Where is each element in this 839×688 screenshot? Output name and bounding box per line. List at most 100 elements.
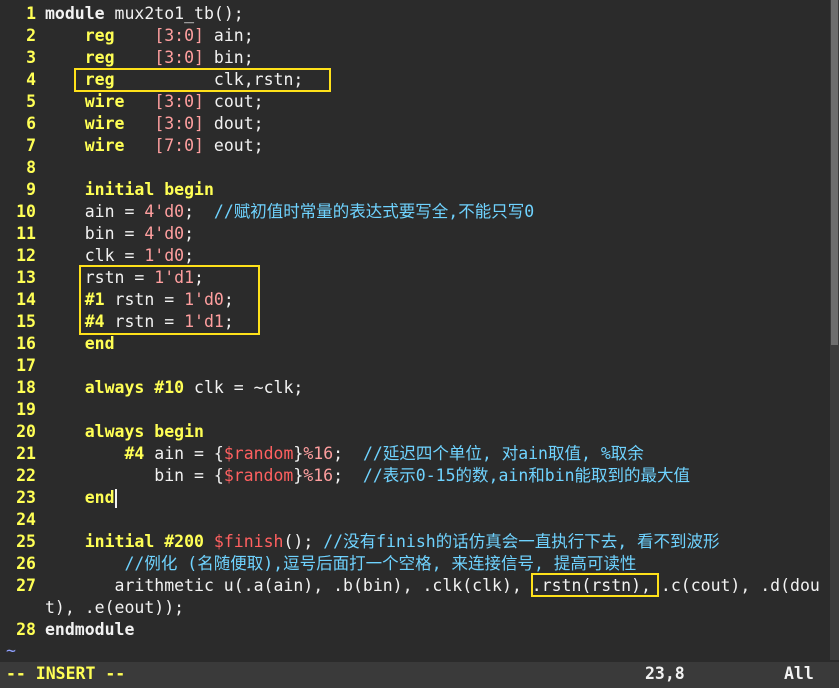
line-number: 6 <box>26 114 36 133</box>
code-token: eout; <box>203 136 264 155</box>
code-line[interactable]: 23 end <box>0 487 115 509</box>
code-line[interactable]: 14 #1 rstn = 1'd0; <box>0 289 234 311</box>
code-line[interactable]: 6 wire [3:0] dout; <box>0 113 264 135</box>
code-token: begin <box>164 180 214 199</box>
line-number: 11 <box>16 224 36 243</box>
code-line[interactable]: 20 always begin <box>0 421 204 443</box>
line-code: initial #200 $finish(); //没有finish的话仿真会一… <box>45 532 720 551</box>
code-token: 1'd0 <box>144 246 185 265</box>
line-code: wire [3:0] cout; <box>45 92 264 111</box>
code-line[interactable]: 9 initial begin <box>0 179 214 201</box>
line-code: arithmetic u(.a(ain), .b(bin), .clk(clk)… <box>45 576 820 595</box>
code-token: initial <box>84 532 155 551</box>
code-line[interactable]: 1 module mux2to1_tb(); <box>0 3 244 25</box>
code-token: clk,rstn; <box>114 70 304 89</box>
line-code: initial begin <box>45 180 214 199</box>
line-number: 21 <box>16 444 36 463</box>
empty-line-tilde: ~ <box>6 641 16 660</box>
code-token: //表示0-15的数,ain和bin能取到的最大值 <box>362 466 691 485</box>
code-token: %16 <box>303 444 334 463</box>
code-line[interactable]: 7 wire [7:0] eout; <box>0 135 264 157</box>
code-token: rstn = <box>104 312 185 331</box>
code-token: 4'd0 <box>144 202 185 221</box>
code-token: ; <box>333 466 363 485</box>
code-token: clk = ~clk; <box>184 378 304 397</box>
code-token: //没有finish的话仿真会一直执行下去, 看不到波形 <box>323 532 720 551</box>
line-code: #4 rstn = 1'd1; <box>45 312 234 331</box>
code-line[interactable]: 15 #4 rstn = 1'd1; <box>0 311 234 333</box>
line-code: end <box>45 334 115 353</box>
code-line[interactable]: 4 reg clk,rstn; <box>0 69 303 91</box>
cursor-position: 23,8 <box>645 664 685 683</box>
code-line[interactable]: 24 <box>0 509 45 531</box>
line-code: module mux2to1_tb(); <box>45 4 244 23</box>
code-token: [7:0] <box>154 136 204 155</box>
code-line[interactable]: 5 wire [3:0] cout; <box>0 91 264 113</box>
line-number: 22 <box>16 466 36 485</box>
code-token: 1'd1 <box>154 268 195 287</box>
line-number: 12 <box>16 246 36 265</box>
line-code: always #10 clk = ~clk; <box>45 378 304 397</box>
code-line[interactable]: 27 arithmetic u(.a(ain), .b(bin), .clk(c… <box>0 575 820 597</box>
code-token: always <box>84 378 145 397</box>
code-token: wire <box>84 136 125 155</box>
code-line[interactable]: 13 rstn = 1'd1; <box>0 267 204 289</box>
line-code: //例化 (名随便取),逗号后面打一个空格, 来连接信号, 提高可读性 <box>45 554 636 573</box>
line-code: endmodule <box>45 620 134 639</box>
line-number: 28 <box>16 620 36 639</box>
code-line[interactable]: 11 bin = 4'd0; <box>0 223 194 245</box>
vertical-scrollbar[interactable] <box>830 0 839 660</box>
code-line[interactable]: 19 <box>0 399 45 421</box>
code-line[interactable]: 21 #4 ain = {$random}%16; //延迟四个单位, 对ain… <box>0 443 644 465</box>
code-token: //延迟四个单位, 对ain取值, %取余 <box>362 444 644 463</box>
line-code: rstn = 1'd1; <box>45 268 204 287</box>
code-token: ain; <box>203 26 254 45</box>
line-number: 16 <box>16 334 36 353</box>
line-number: 20 <box>16 422 36 441</box>
code-line[interactable]: 22 bin = {$random}%16; //表示0-15的数,ain和bi… <box>0 465 690 487</box>
code-token: wire <box>84 92 125 111</box>
scrollbar-thumb[interactable] <box>831 0 838 345</box>
code-line[interactable]: 26 //例化 (名随便取),逗号后面打一个空格, 来连接信号, 提高可读性 <box>0 553 636 575</box>
code-line[interactable]: 12 clk = 1'd0; <box>0 245 194 267</box>
code-token: rstn = <box>104 290 185 309</box>
code-line[interactable]: 17 <box>0 355 45 377</box>
line-number: 9 <box>26 180 36 199</box>
code-token: #4 <box>84 312 105 331</box>
code-token: ; <box>223 312 234 331</box>
code-token: $random <box>223 444 294 463</box>
code-line[interactable]: 3 reg [3:0] bin; <box>0 47 254 69</box>
line-code: reg clk,rstn; <box>45 70 304 89</box>
line-number: 17 <box>16 356 36 375</box>
code-line[interactable]: 8 <box>0 157 45 179</box>
vim-editor-pane[interactable]: 1 module mux2to1_tb(); 2 reg [3:0] ain; 3 r… <box>0 0 830 660</box>
code-line[interactable]: 28 endmodule <box>0 619 134 641</box>
line-code: bin = 4'd0; <box>45 224 194 243</box>
code-line[interactable]: 10 ain = 4'd0; //赋初值时常量的表达式要写全,不能只写0 <box>0 201 534 223</box>
code-token: ain = { <box>144 444 224 463</box>
line-code: #1 rstn = 1'd0; <box>45 290 234 309</box>
code-token: ; <box>333 444 363 463</box>
code-line[interactable]: 25 initial #200 $finish(); //没有finish的话仿… <box>0 531 720 553</box>
code-token: #10 <box>154 378 185 397</box>
line-code: bin = {$random}%16; //表示0-15的数,ain和bin能取… <box>45 466 690 485</box>
code-token: t), .e(eout)); <box>45 598 185 617</box>
code-line[interactable]: 16 end <box>0 333 115 355</box>
code-token: 1'd1 <box>184 312 224 331</box>
code-line[interactable]: t), .e(eout)); <box>0 597 184 619</box>
code-token: end <box>84 488 115 507</box>
code-token: ; <box>223 290 234 309</box>
code-line[interactable]: 18 always #10 clk = ~clk; <box>0 377 303 399</box>
code-line[interactable]: 2 reg [3:0] ain; <box>0 25 254 47</box>
